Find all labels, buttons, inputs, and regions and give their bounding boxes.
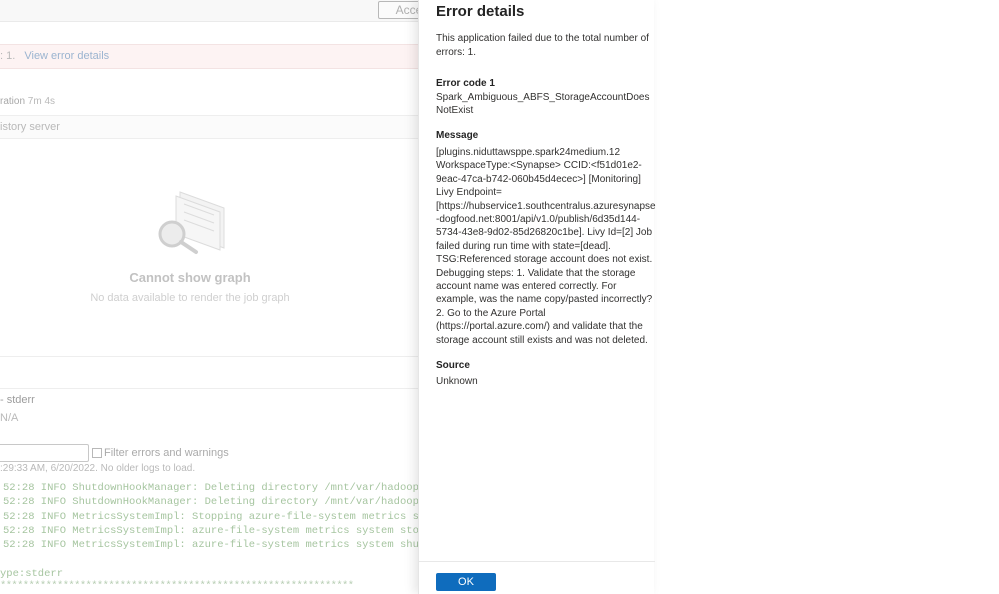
source-value: Unknown bbox=[436, 376, 478, 387]
section-divider bbox=[0, 388, 418, 389]
log-load-note: :29:33 AM, 6/20/2022. No older logs to l… bbox=[0, 463, 196, 474]
panel-title: Error details bbox=[436, 3, 525, 20]
view-error-details-link[interactable]: View error details bbox=[24, 50, 109, 62]
stderr-section-title: - stderr bbox=[0, 394, 35, 406]
duration-value: 7m 4s bbox=[27, 96, 56, 107]
duration-label: ration bbox=[0, 96, 26, 107]
section-divider bbox=[0, 356, 418, 357]
top-toolbar: Accept bbox=[0, 0, 438, 22]
ok-button[interactable]: OK bbox=[436, 573, 496, 591]
stderr-status-value: N/A bbox=[0, 412, 19, 424]
no-graph-data-text: No data available to render the job grap… bbox=[90, 292, 290, 304]
panel-footer-divider bbox=[419, 561, 655, 562]
log-type-line: ype:stderr bbox=[0, 568, 64, 580]
error-summary: This application failed due to the total… bbox=[436, 33, 649, 58]
log-line: 52:28 INFO ShutdownHookManager: Deleting… bbox=[3, 482, 418, 494]
message-heading: Message bbox=[436, 130, 479, 141]
error-details-panel: Error details This application failed du… bbox=[418, 0, 656, 594]
log-line: 52:28 INFO MetricsSystemImpl: Stopping a… bbox=[3, 511, 418, 523]
error-message-text: [plugins.niduttawsppe.spark24medium.12 W… bbox=[436, 147, 656, 346]
log-search-input[interactable] bbox=[0, 444, 89, 462]
duration-field: ration 7m 4s bbox=[0, 96, 55, 107]
cannot-show-graph-title: Cannot show graph bbox=[129, 270, 251, 285]
log-line: 52:28 INFO MetricsSystemImpl: azure-file… bbox=[3, 525, 418, 537]
filter-errors-checkbox[interactable] bbox=[92, 448, 102, 458]
log-separator-line: ****************************************… bbox=[0, 580, 354, 592]
error-banner-text: : 1. bbox=[0, 50, 16, 62]
log-line: 52:28 INFO MetricsSystemImpl: azure-file… bbox=[3, 539, 418, 551]
error-banner: : 1. View error details bbox=[0, 44, 418, 69]
empty-graph-icon bbox=[158, 191, 225, 254]
filter-errors-label: Filter errors and warnings bbox=[104, 447, 229, 459]
log-output[interactable]: 52:28 INFO ShutdownHookManager: Deleting… bbox=[0, 480, 418, 594]
error-code-heading: Error code 1 bbox=[436, 78, 495, 89]
history-server-text: istory server bbox=[0, 121, 60, 133]
log-line: 52:28 INFO ShutdownHookManager: Deleting… bbox=[3, 496, 418, 508]
history-server-row[interactable]: istory server bbox=[0, 115, 418, 139]
source-heading: Source bbox=[436, 360, 470, 371]
error-code-value: Spark_Ambiguous_ABFS_StorageAccountDoesN… bbox=[436, 92, 650, 116]
